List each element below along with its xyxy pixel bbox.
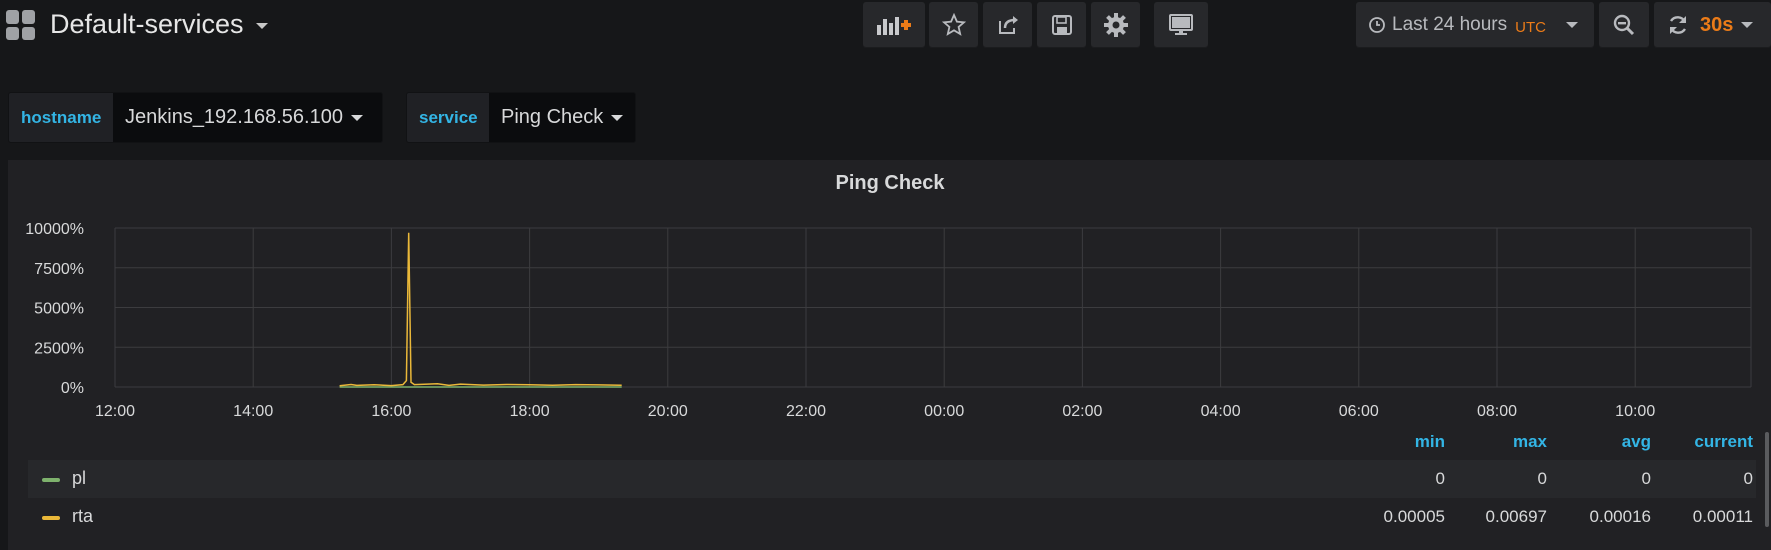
series-name[interactable]: rta (72, 506, 93, 527)
variable-select-service[interactable]: Ping Check (489, 92, 636, 143)
legend-header-current[interactable]: current (1653, 432, 1753, 452)
dashboard-title[interactable]: Default-services (50, 9, 268, 40)
y-tick-label: 7500% (34, 261, 84, 278)
zoom-out-icon (1613, 14, 1635, 36)
add-panel-button[interactable] (863, 2, 925, 48)
top-navbar: Default-services Last 24 hours UTC 30s (0, 0, 1771, 52)
settings-button[interactable] (1091, 2, 1140, 48)
dashboards-grid-icon[interactable] (6, 10, 36, 40)
variable-label-service: service (406, 92, 490, 143)
legend-header-avg[interactable]: avg (1551, 432, 1651, 452)
timezone-label: UTC (1515, 18, 1546, 36)
legend-value-current: 0.00011 (1692, 507, 1753, 526)
variable-label-text: service (419, 107, 478, 127)
legend-value-max: 0.00697 (1485, 507, 1547, 526)
legend-value-min: 0.00005 (1383, 507, 1445, 526)
legend-row[interactable]: pl 0 0 0 0 (28, 460, 1756, 498)
series-color-swatch[interactable] (42, 478, 60, 482)
x-tick-label: 02:00 (1062, 403, 1102, 420)
time-range-label: Last 24 hours (1392, 14, 1508, 35)
save-button[interactable] (1037, 2, 1086, 48)
series-line-rta (339, 232, 622, 387)
legend-header-max[interactable]: max (1447, 432, 1547, 452)
panel-title[interactable]: Ping Check (0, 172, 1771, 195)
chevron-down-icon (255, 22, 268, 29)
legend-scrollbar[interactable] (1765, 432, 1769, 527)
monitor-icon (1169, 14, 1193, 35)
y-tick-label: 5000% (34, 301, 84, 318)
x-tick-label: 14:00 (233, 403, 273, 420)
refresh-interval-label: 30s (1700, 13, 1734, 36)
panel-title-text: Ping Check (835, 172, 945, 194)
chevron-down-icon (1741, 22, 1754, 28)
add-panel-icon (877, 17, 911, 35)
variable-select-hostname[interactable]: Jenkins_192.168.56.100 (113, 92, 383, 143)
chevron-down-icon (350, 114, 363, 121)
legend-header-min[interactable]: min (1345, 432, 1445, 452)
chevron-down-icon (1565, 22, 1578, 28)
zoom-out-button[interactable] (1599, 2, 1649, 48)
variable-value-text: Ping Check (501, 106, 604, 128)
x-tick-label: 18:00 (510, 403, 550, 420)
y-tick-label: 2500% (34, 340, 84, 357)
legend-value-current: 0 (1743, 469, 1753, 488)
x-tick-label: 10:00 (1615, 403, 1655, 420)
gear-icon (1103, 13, 1128, 37)
y-tick-label: 0% (61, 380, 84, 397)
legend-value-avg: 0.00016 (1589, 507, 1651, 526)
y-tick-label: 10000% (25, 221, 84, 238)
x-tick-label: 20:00 (648, 403, 688, 420)
legend-row[interactable]: rta 0.00005 0.00697 0.00016 0.00011 (28, 498, 1756, 536)
legend-value-avg: 0 (1641, 469, 1651, 488)
star-button[interactable] (929, 2, 978, 48)
series-color-swatch[interactable] (42, 516, 60, 520)
variable-value-text: Jenkins_192.168.56.100 (125, 106, 343, 128)
variable-label-hostname: hostname (8, 92, 114, 143)
x-tick-label: 06:00 (1339, 403, 1379, 420)
x-tick-label: 00:00 (924, 403, 964, 420)
refresh-picker[interactable]: 30s (1654, 2, 1771, 48)
dashboard-title-text: Default-services (50, 9, 244, 39)
ping-check-chart[interactable]: 10000% 7500% 5000% 2500% 0% 12:00 14:00 16:00 18… (0, 205, 1771, 425)
x-tick-label: 08:00 (1477, 403, 1517, 420)
chevron-down-icon (611, 114, 624, 121)
x-tick-label: 04:00 (1201, 403, 1241, 420)
x-tick-label: 22:00 (786, 403, 826, 420)
tv-mode-button[interactable] (1154, 2, 1208, 48)
share-icon (998, 16, 1018, 34)
x-tick-label: 16:00 (371, 403, 411, 420)
legend-value-max: 0 (1537, 469, 1547, 488)
series-name[interactable]: pl (72, 468, 86, 489)
x-tick-label: 12:00 (95, 403, 135, 420)
save-icon (1051, 15, 1072, 35)
clock-icon (1369, 17, 1385, 33)
legend-value-min: 0 (1435, 469, 1445, 488)
share-button[interactable] (983, 2, 1032, 48)
variable-label-text: hostname (21, 107, 102, 127)
refresh-icon (1669, 16, 1687, 34)
star-icon (941, 13, 966, 36)
time-range-picker[interactable]: Last 24 hours UTC (1356, 2, 1594, 48)
